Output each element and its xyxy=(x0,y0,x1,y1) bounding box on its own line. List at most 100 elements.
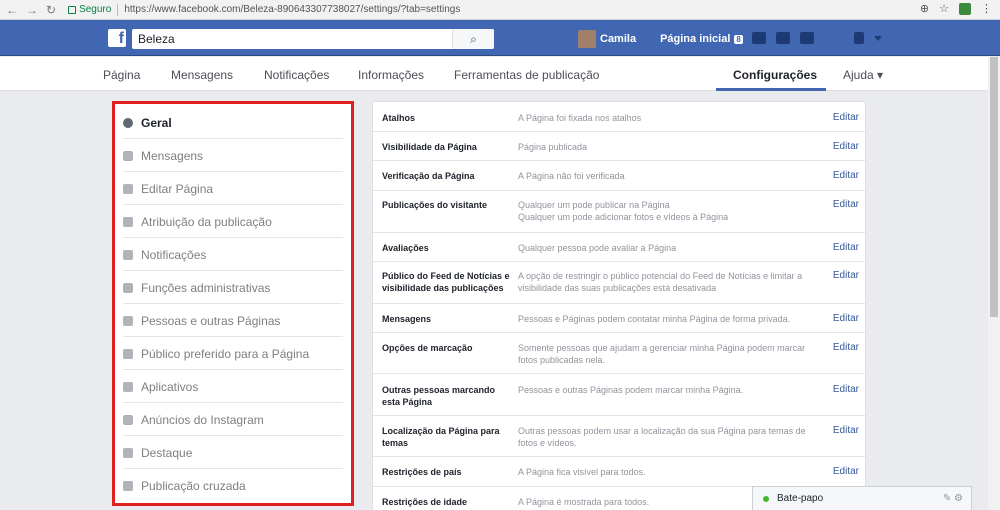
edit-link[interactable]: Editar xyxy=(833,112,859,123)
tab-configuracoes[interactable]: Configurações xyxy=(733,68,817,82)
settings-row-value: Outras pessoas podem usar a localização … xyxy=(518,426,806,448)
lock-icon xyxy=(68,5,77,14)
chat-bar[interactable]: Bate-papo ✎ ⚙ xyxy=(752,486,972,510)
settings-row-label: Verificação da Página xyxy=(382,171,475,181)
sidebar-item-label: Atribuição da publicação xyxy=(141,214,272,229)
settings-row-label: Outras pessoas marcando esta Página xyxy=(382,385,496,407)
edit-link[interactable]: Editar xyxy=(833,242,859,253)
instagram-icon xyxy=(123,414,133,425)
facebook-logo-icon[interactable]: f xyxy=(108,29,126,47)
profile-link[interactable]: Camila xyxy=(600,33,636,45)
star-icon xyxy=(123,447,133,458)
page-scrollbar[interactable] xyxy=(988,57,1000,510)
bookmark-star-icon[interactable]: ☆ xyxy=(939,2,949,15)
secure-indicator[interactable]: Seguro xyxy=(68,4,111,15)
sidebar-item-atribuicao[interactable]: Atribuição da publicação xyxy=(123,206,343,238)
address-bar[interactable]: https://www.facebook.com/Beleza-89064330… xyxy=(124,4,460,15)
settings-row-restricoes-pais[interactable]: Restrições de país A Página fica visível… xyxy=(373,457,865,487)
settings-row-verificacao[interactable]: Verificação da Página A Página não foi v… xyxy=(373,161,865,191)
scrollbar-thumb[interactable] xyxy=(990,57,998,317)
search-input[interactable]: Beleza ⌕ xyxy=(132,29,494,49)
settings-row-outras-pessoas-marcando[interactable]: Outras pessoas marcando esta Página Pess… xyxy=(373,374,865,416)
edit-link[interactable]: Editar xyxy=(833,342,859,353)
edit-link[interactable]: Editar xyxy=(833,466,859,477)
settings-row-publicacoes-visitante[interactable]: Publicações do visitante Qualquer um pod… xyxy=(373,191,865,233)
edit-link[interactable]: Editar xyxy=(833,270,859,281)
gear-icon xyxy=(123,183,133,194)
settings-row-label: Mensagens xyxy=(382,314,432,324)
chat-label: Bate-papo xyxy=(777,493,824,504)
reload-icon[interactable]: ↻ xyxy=(46,3,56,17)
zoom-icon[interactable]: ⊕ xyxy=(920,2,929,15)
sidebar-item-geral[interactable]: Geral xyxy=(123,107,343,139)
sidebar-item-label: Público preferido para a Página xyxy=(141,346,310,361)
sidebar-item-destaque[interactable]: Destaque xyxy=(123,437,343,469)
tab-notificacoes[interactable]: Notificações xyxy=(264,68,329,82)
sidebar-item-instagram[interactable]: Anúncios do Instagram xyxy=(123,404,343,436)
search-button[interactable]: ⌕ xyxy=(452,29,494,49)
search-icon: ⌕ xyxy=(470,32,477,46)
tab-pagina[interactable]: Página xyxy=(103,68,140,82)
online-status-icon xyxy=(763,495,769,502)
settings-row-avaliacoes[interactable]: Avaliações Qualquer pessoa pode avaliar … xyxy=(373,233,865,262)
gear-icon[interactable]: ⚙ xyxy=(954,493,963,504)
settings-row-feed-noticias[interactable]: Público do Feed de Notícias e visibilida… xyxy=(373,262,865,304)
home-link[interactable]: Página inicial xyxy=(660,33,730,45)
settings-row-label: Visibilidade da Página xyxy=(382,142,477,152)
tab-mensagens[interactable]: Mensagens xyxy=(171,68,233,82)
tab-ajuda[interactable]: Ajuda ▾ xyxy=(843,68,883,82)
browser-actions: ⊕ ☆ ⋮ xyxy=(920,2,992,15)
friend-requests-icon[interactable] xyxy=(752,32,766,44)
settings-row-label: Localização da Página para temas xyxy=(382,426,500,448)
edit-link[interactable]: Editar xyxy=(833,170,859,181)
back-icon[interactable]: ← xyxy=(6,3,18,17)
settings-row-atalhos[interactable]: Atalhos A Página foi fixada nos atalhos … xyxy=(373,102,865,132)
messages-icon[interactable] xyxy=(776,32,790,44)
sidebar-item-label: Aplicativos xyxy=(141,379,199,394)
notification-icons xyxy=(752,32,882,44)
sidebar-item-publicacao-cruzada[interactable]: Publicação cruzada xyxy=(123,470,343,502)
settings-sidebar: Geral Mensagens Editar Página Atribuição… xyxy=(112,101,354,506)
sidebar-item-editar-pagina[interactable]: Editar Página xyxy=(123,173,343,205)
edit-link[interactable]: Editar xyxy=(833,199,859,210)
settings-row-mensagens[interactable]: Mensagens Pessoas e Páginas podem contat… xyxy=(373,304,865,333)
sidebar-item-publico[interactable]: Público preferido para a Página xyxy=(123,338,343,370)
settings-row-marcacao[interactable]: Opções de marcação Somente pessoas que a… xyxy=(373,333,865,374)
settings-row-value: Qualquer pessoa pode avaliar a Página xyxy=(518,243,677,253)
tab-ferramentas[interactable]: Ferramentas de publicação xyxy=(454,68,599,82)
settings-row-value: A opção de restringir o público potencia… xyxy=(518,271,803,293)
settings-row-label: Restrições de país xyxy=(382,467,462,477)
sidebar-item-label: Pessoas e outras Páginas xyxy=(141,313,281,328)
settings-row-visibilidade[interactable]: Visibilidade da Página Página publicada … xyxy=(373,132,865,161)
secure-label: Seguro xyxy=(79,4,112,15)
sidebar-item-pessoas[interactable]: Pessoas e outras Páginas xyxy=(123,305,343,337)
globe-icon[interactable] xyxy=(800,32,814,44)
forward-icon[interactable]: → xyxy=(26,3,38,17)
sidebar-item-mensagens[interactable]: Mensagens xyxy=(123,140,343,172)
sidebar-item-notificacoes[interactable]: Notificações xyxy=(123,239,343,271)
settings-row-label: Restrições de idade xyxy=(382,497,468,507)
settings-row-localizacao[interactable]: Localização da Página para temas Outras … xyxy=(373,416,865,457)
gear-icon xyxy=(123,117,133,128)
extension-icon[interactable] xyxy=(959,2,971,15)
settings-row-value: A Página foi fixada nos atalhos xyxy=(518,113,642,123)
edit-link[interactable]: Editar xyxy=(833,425,859,436)
compose-icon[interactable]: ✎ xyxy=(943,493,951,504)
quick-help-icon[interactable] xyxy=(854,32,864,44)
chat-options: ✎ ⚙ xyxy=(943,493,963,504)
search-value: Beleza xyxy=(138,32,175,46)
globe-icon xyxy=(123,249,133,260)
menu-icon[interactable]: ⋮ xyxy=(981,2,992,15)
avatar[interactable] xyxy=(578,30,596,48)
edit-link[interactable]: Editar xyxy=(833,313,859,324)
edit-link[interactable]: Editar xyxy=(833,141,859,152)
settings-row-value: Pessoas e outras Páginas podem marcar mi… xyxy=(518,385,744,395)
browser-toolbar: ← → ↻ Seguro https://www.facebook.com/Be… xyxy=(0,0,1000,20)
sidebar-item-label: Funções administrativas xyxy=(141,280,271,295)
sidebar-item-funcoes[interactable]: Funções administrativas xyxy=(123,272,343,304)
tab-informacoes[interactable]: Informações xyxy=(358,68,424,82)
sidebar-item-aplicativos[interactable]: Aplicativos xyxy=(123,371,343,403)
edit-link[interactable]: Editar xyxy=(833,384,859,395)
chevron-down-icon[interactable] xyxy=(874,36,882,41)
settings-panel: Atalhos A Página foi fixada nos atalhos … xyxy=(372,101,866,510)
